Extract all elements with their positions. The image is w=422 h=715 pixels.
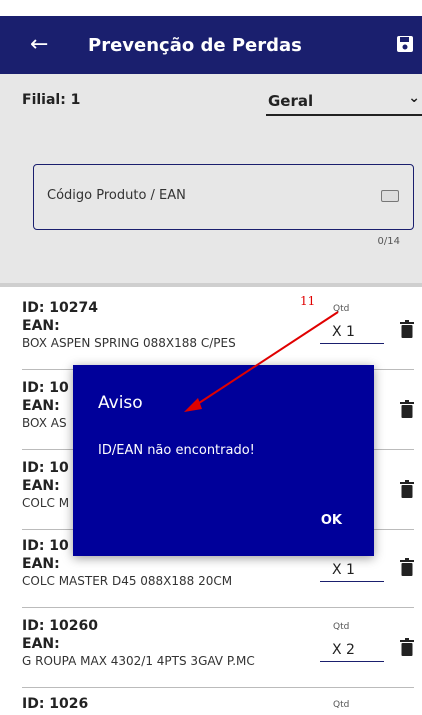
- page-title: Prevenção de Perdas: [88, 34, 302, 56]
- item-qtd-value: X 1: [332, 324, 355, 340]
- item-id: ID: 10: [22, 538, 69, 554]
- item-description: COLC MASTER D45 088X188 20CM: [22, 574, 233, 588]
- dialog-message: ID/EAN não encontrado!: [98, 443, 255, 458]
- item-qtd-value: X 2: [332, 642, 355, 658]
- list-item: ID: 1026 Qtd: [0, 688, 422, 715]
- item-qtd-label: Qtd: [333, 700, 350, 710]
- app-bar: ← Prevenção de Perdas: [0, 16, 422, 74]
- item-separator: [22, 607, 414, 608]
- trash-icon[interactable]: [400, 400, 414, 418]
- item-ean: EAN:: [22, 478, 60, 494]
- chevron-down-icon: ⌄: [408, 90, 420, 106]
- item-qtd-input[interactable]: X 1: [320, 322, 384, 344]
- dialog-title: Aviso: [98, 393, 143, 413]
- character-counter: 0/14: [377, 236, 400, 247]
- item-qtd-label: Qtd: [333, 304, 350, 314]
- trash-icon[interactable]: [400, 638, 414, 656]
- arrow-left-icon[interactable]: ←: [30, 34, 54, 56]
- item-id: ID: 1026: [22, 696, 89, 712]
- item-qtd-input[interactable]: X 2: [320, 640, 384, 662]
- filial-row: Filial: 1 Geral ⌄: [0, 74, 422, 126]
- item-ean: EAN:: [22, 318, 60, 334]
- floppy-disk-icon[interactable]: [396, 35, 414, 53]
- item-id: ID: 10: [22, 460, 69, 476]
- item-qtd-label: Qtd: [333, 622, 350, 632]
- item-ean: EAN:: [22, 556, 60, 572]
- group-select[interactable]: Geral ⌄: [266, 90, 422, 116]
- product-code-placeholder: Código Produto / EAN: [47, 188, 186, 203]
- ok-button[interactable]: OK: [321, 513, 342, 528]
- keyboard-icon[interactable]: [381, 190, 399, 202]
- item-qtd-value: X 1: [332, 562, 355, 578]
- alert-dialog: Aviso ID/EAN não encontrado! OK: [73, 365, 374, 556]
- list-item: ID: 10274 EAN: BOX ASPEN SPRING 088X188 …: [0, 292, 422, 370]
- item-id: ID: 10260: [22, 618, 99, 634]
- item-ean: EAN:: [22, 636, 60, 652]
- product-code-input[interactable]: Código Produto / EAN: [33, 164, 414, 230]
- item-description: BOX ASPEN SPRING 088X188 C/PES: [22, 336, 236, 350]
- trash-icon[interactable]: [400, 480, 414, 498]
- item-id: ID: 10: [22, 380, 69, 396]
- annotation-number: 11: [300, 294, 316, 308]
- section-divider: [0, 283, 422, 287]
- trash-icon[interactable]: [400, 558, 414, 576]
- item-qtd-input[interactable]: X 1: [320, 560, 384, 582]
- item-ean: EAN:: [22, 398, 60, 414]
- filial-label: Filial: 1: [22, 92, 81, 108]
- item-id: ID: 10274: [22, 300, 99, 316]
- trash-icon[interactable]: [400, 320, 414, 338]
- item-description: G ROUPA MAX 4302/1 4PTS 3GAV P.MC: [22, 654, 255, 668]
- search-area: Código Produto / EAN 0/14: [0, 126, 422, 286]
- group-select-value: Geral: [268, 92, 314, 110]
- list-item: ID: 10260 EAN: G ROUPA MAX 4302/1 4PTS 3…: [0, 610, 422, 688]
